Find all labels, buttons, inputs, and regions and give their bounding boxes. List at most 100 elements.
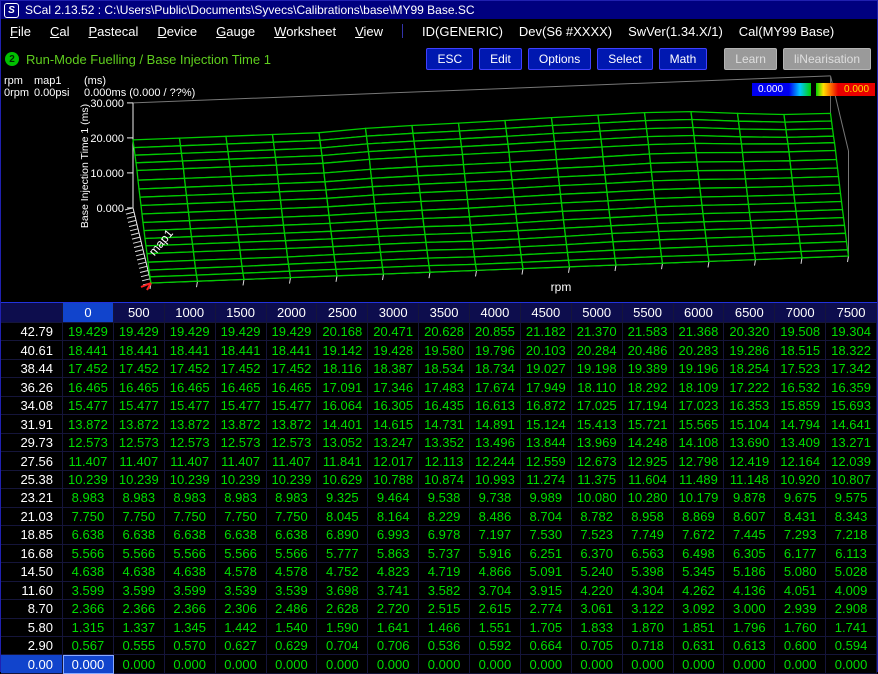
cell-8.70-7000[interactable]: 2.939 (775, 600, 826, 618)
cell-11.60-1500[interactable]: 3.539 (216, 582, 267, 600)
cell-40.61-1000[interactable]: 18.441 (165, 341, 216, 359)
cell-2.90-2500[interactable]: 0.704 (317, 637, 368, 655)
cell-34.08-1500[interactable]: 15.477 (216, 397, 267, 415)
cell-36.26-0[interactable]: 16.465 (63, 378, 114, 396)
row-header-21.03[interactable]: 21.03 (1, 508, 63, 526)
cell-29.73-500[interactable]: 12.573 (114, 434, 165, 452)
cell-23.21-2000[interactable]: 8.983 (267, 489, 318, 507)
cell-2.90-5500[interactable]: 0.718 (623, 637, 674, 655)
cell-8.70-7500[interactable]: 2.908 (826, 600, 877, 618)
cell-11.60-2000[interactable]: 3.539 (267, 582, 318, 600)
cell-23.21-3500[interactable]: 9.538 (419, 489, 470, 507)
cell-40.61-7500[interactable]: 18.322 (826, 341, 877, 359)
cell-25.38-1500[interactable]: 10.239 (216, 471, 267, 489)
cell-2.90-5000[interactable]: 0.705 (572, 637, 623, 655)
cell-16.68-4000[interactable]: 5.916 (470, 545, 521, 563)
row-header-11.60[interactable]: 11.60 (1, 582, 63, 600)
menu-item-gauge[interactable]: Gauge (216, 24, 255, 39)
cell-8.70-3000[interactable]: 2.720 (368, 600, 419, 618)
cell-25.38-6000[interactable]: 11.489 (674, 471, 725, 489)
cell-42.79-6000[interactable]: 21.368 (674, 323, 725, 341)
menu-item-worksheet[interactable]: Worksheet (274, 24, 336, 39)
cell-38.44-7500[interactable]: 17.342 (826, 360, 877, 378)
cell-14.50-6500[interactable]: 5.186 (724, 563, 775, 581)
cell-21.03-7000[interactable]: 8.431 (775, 508, 826, 526)
cell-16.68-6000[interactable]: 6.498 (674, 545, 725, 563)
cell-18.85-500[interactable]: 6.638 (114, 526, 165, 544)
cell-38.44-0[interactable]: 17.452 (63, 360, 114, 378)
cell-0.00-500[interactable]: 0.000 (114, 655, 165, 673)
cell-8.70-2500[interactable]: 2.628 (317, 600, 368, 618)
cell-21.03-4500[interactable]: 8.704 (521, 508, 572, 526)
cell-23.21-5500[interactable]: 10.280 (623, 489, 674, 507)
row-header-27.56[interactable]: 27.56 (1, 452, 63, 470)
cell-29.73-3000[interactable]: 13.247 (368, 434, 419, 452)
cell-27.56-2000[interactable]: 11.407 (267, 452, 318, 470)
cell-0.00-5500[interactable]: 0.000 (623, 655, 674, 673)
cell-38.44-2000[interactable]: 17.452 (267, 360, 318, 378)
cell-21.03-6000[interactable]: 8.869 (674, 508, 725, 526)
cell-34.08-0[interactable]: 15.477 (63, 397, 114, 415)
cell-23.21-6000[interactable]: 10.179 (674, 489, 725, 507)
cell-42.79-7500[interactable]: 19.304 (826, 323, 877, 341)
cell-40.61-1500[interactable]: 18.441 (216, 341, 267, 359)
cell-29.73-3500[interactable]: 13.352 (419, 434, 470, 452)
cell-23.21-3000[interactable]: 9.464 (368, 489, 419, 507)
cell-5.80-500[interactable]: 1.337 (114, 619, 165, 637)
cell-21.03-5500[interactable]: 8.958 (623, 508, 674, 526)
cell-11.60-500[interactable]: 3.599 (114, 582, 165, 600)
cell-40.61-6000[interactable]: 20.283 (674, 341, 725, 359)
cell-27.56-5000[interactable]: 12.673 (572, 452, 623, 470)
cell-5.80-7000[interactable]: 1.760 (775, 619, 826, 637)
cell-2.90-7000[interactable]: 0.600 (775, 637, 826, 655)
row-header-18.85[interactable]: 18.85 (1, 526, 63, 544)
row-header-34.08[interactable]: 34.08 (1, 397, 63, 415)
cell-34.08-4500[interactable]: 16.872 (521, 397, 572, 415)
row-header-38.44[interactable]: 38.44 (1, 360, 63, 378)
cell-25.38-3000[interactable]: 10.788 (368, 471, 419, 489)
cell-34.08-3000[interactable]: 16.305 (368, 397, 419, 415)
row-header-14.50[interactable]: 14.50 (1, 563, 63, 581)
cell-11.60-6500[interactable]: 4.136 (724, 582, 775, 600)
col-header-4500[interactable]: 4500 (521, 303, 572, 323)
menu-item-cal[interactable]: Cal (50, 24, 70, 39)
cell-18.85-0[interactable]: 6.638 (63, 526, 114, 544)
cell-29.73-1500[interactable]: 12.573 (216, 434, 267, 452)
row-header-0.00[interactable]: 0.00 (1, 655, 63, 673)
cell-42.79-3000[interactable]: 20.471 (368, 323, 419, 341)
cell-14.50-2000[interactable]: 4.578 (267, 563, 318, 581)
cell-36.26-5500[interactable]: 18.292 (623, 378, 674, 396)
cell-27.56-5500[interactable]: 12.925 (623, 452, 674, 470)
cell-36.26-7500[interactable]: 16.359 (826, 378, 877, 396)
cell-14.50-7000[interactable]: 5.080 (775, 563, 826, 581)
cell-18.85-4500[interactable]: 7.530 (521, 526, 572, 544)
cell-40.61-5500[interactable]: 20.486 (623, 341, 674, 359)
cell-23.21-500[interactable]: 8.983 (114, 489, 165, 507)
cell-31.91-4000[interactable]: 14.891 (470, 415, 521, 433)
cell-16.68-2000[interactable]: 5.566 (267, 545, 318, 563)
cell-0.00-4500[interactable]: 0.000 (521, 655, 572, 673)
row-header-29.73[interactable]: 29.73 (1, 434, 63, 452)
menu-item-view[interactable]: View (355, 24, 383, 39)
cell-18.85-1500[interactable]: 6.638 (216, 526, 267, 544)
cell-38.44-500[interactable]: 17.452 (114, 360, 165, 378)
cell-8.70-4000[interactable]: 2.615 (470, 600, 521, 618)
cell-27.56-1500[interactable]: 11.407 (216, 452, 267, 470)
cell-27.56-3500[interactable]: 12.113 (419, 452, 470, 470)
cell-27.56-1000[interactable]: 11.407 (165, 452, 216, 470)
cell-29.73-7500[interactable]: 13.271 (826, 434, 877, 452)
col-header-7000[interactable]: 7000 (775, 303, 826, 323)
cell-2.90-6000[interactable]: 0.631 (674, 637, 725, 655)
row-header-25.38[interactable]: 25.38 (1, 471, 63, 489)
cell-36.26-2500[interactable]: 17.091 (317, 378, 368, 396)
cell-8.70-500[interactable]: 2.366 (114, 600, 165, 618)
cell-38.44-5500[interactable]: 19.389 (623, 360, 674, 378)
cell-25.38-3500[interactable]: 10.874 (419, 471, 470, 489)
cell-11.60-5000[interactable]: 4.220 (572, 582, 623, 600)
cell-34.08-6000[interactable]: 17.023 (674, 397, 725, 415)
cell-5.80-1500[interactable]: 1.442 (216, 619, 267, 637)
menu-item-file[interactable]: File (10, 24, 31, 39)
cell-21.03-1500[interactable]: 7.750 (216, 508, 267, 526)
button-linearisation[interactable]: liNearisation (783, 48, 871, 70)
row-header-31.91[interactable]: 31.91 (1, 415, 63, 433)
